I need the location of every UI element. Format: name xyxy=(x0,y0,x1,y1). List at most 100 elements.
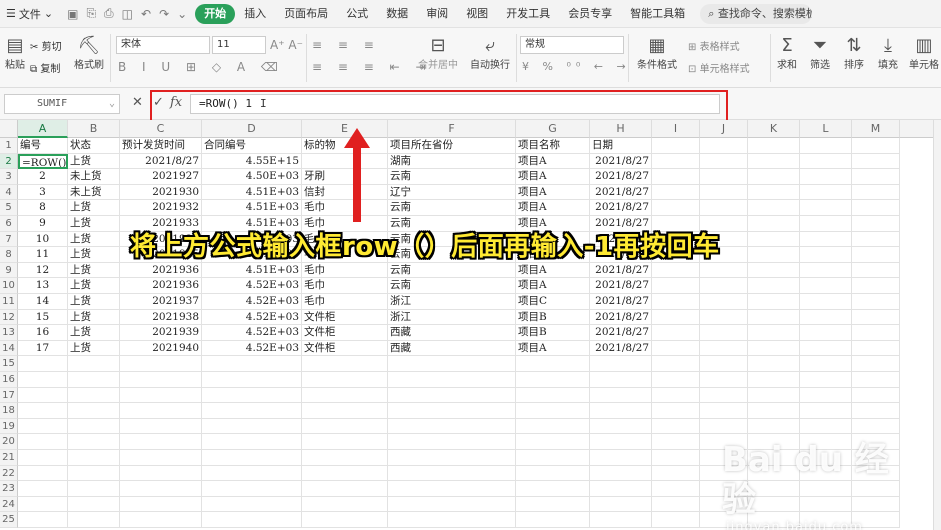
cell-g18[interactable] xyxy=(516,403,590,419)
cell-g11[interactable]: 项目C xyxy=(516,294,590,310)
cell-e19[interactable] xyxy=(302,418,388,435)
cell-g13[interactable]: 项目B xyxy=(516,325,590,341)
cell-l14[interactable] xyxy=(800,340,852,357)
cell-j5[interactable] xyxy=(700,200,748,216)
cell-i12[interactable] xyxy=(652,309,700,326)
cell-l5[interactable] xyxy=(800,200,852,216)
cell-m6[interactable] xyxy=(852,216,900,232)
cell-d5[interactable]: 4.51E+03 xyxy=(202,200,302,216)
cell-m11[interactable] xyxy=(852,294,900,310)
cell-i17[interactable] xyxy=(652,387,700,404)
cell-h20[interactable] xyxy=(590,434,652,450)
font-grow-shrink[interactable]: A⁺ A⁻ xyxy=(270,38,303,52)
column-header-j[interactable]: J xyxy=(700,120,748,138)
cell-j16[interactable] xyxy=(700,372,748,388)
cell-b17[interactable] xyxy=(68,387,120,404)
cell-j15[interactable] xyxy=(700,356,748,372)
row-header-12[interactable]: 12 xyxy=(0,309,18,326)
cell-g17[interactable] xyxy=(516,387,590,404)
table-style-button[interactable]: ⊞ 表格样式 xyxy=(688,38,740,53)
cell-b7[interactable]: 上货 xyxy=(68,231,120,248)
cell-j19[interactable] xyxy=(700,418,748,435)
merge-center-button[interactable]: ⊟ 合并居中 xyxy=(414,36,462,72)
cell-d21[interactable] xyxy=(202,450,302,466)
cell-i10[interactable] xyxy=(652,278,700,294)
redo-icon[interactable]: ↷ xyxy=(159,7,169,21)
cell-f24[interactable] xyxy=(388,496,516,513)
cell-m16[interactable] xyxy=(852,372,900,388)
cell-b15[interactable] xyxy=(68,356,120,372)
cell-h18[interactable] xyxy=(590,403,652,419)
cell-k14[interactable] xyxy=(748,340,800,357)
row-header-23[interactable]: 23 xyxy=(0,481,18,497)
cell-c20[interactable] xyxy=(120,434,202,450)
cell-e14[interactable]: 文件柜 xyxy=(302,340,388,357)
cell-m14[interactable] xyxy=(852,340,900,357)
row-header-1[interactable]: 1 xyxy=(0,138,18,154)
cell-g14[interactable]: 项目A xyxy=(516,340,590,357)
cell-b19[interactable] xyxy=(68,418,120,435)
cell-a16[interactable] xyxy=(18,372,68,388)
column-header-f[interactable]: F xyxy=(388,120,516,138)
cell-f5[interactable]: 云南 xyxy=(388,200,516,216)
cell-j13[interactable] xyxy=(700,325,748,341)
cell-b21[interactable] xyxy=(68,450,120,466)
cell-h1[interactable]: 日期 xyxy=(590,138,652,154)
cell-m4[interactable] xyxy=(852,184,900,201)
cell-g19[interactable] xyxy=(516,418,590,435)
cell-e12[interactable]: 文件柜 xyxy=(302,309,388,326)
cell-style-button[interactable]: ⊡ 单元格样式 xyxy=(688,60,750,75)
cell-g2[interactable]: 项目A xyxy=(516,153,590,170)
cell-d17[interactable] xyxy=(202,387,302,404)
row-header-24[interactable]: 24 xyxy=(0,496,18,513)
cell-b1[interactable]: 状态 xyxy=(68,138,120,154)
cell-k8[interactable] xyxy=(748,247,800,263)
cell-c1[interactable]: 预计发货时间 xyxy=(120,138,202,154)
tab-4[interactable]: 数据 xyxy=(377,4,417,24)
cell-a18[interactable] xyxy=(18,403,68,419)
cell-f3[interactable]: 云南 xyxy=(388,169,516,185)
sum-button[interactable]: Σ 求和 xyxy=(774,36,800,72)
cell-a2[interactable]: =ROW()-1 xyxy=(18,153,68,170)
cell-i13[interactable] xyxy=(652,325,700,341)
cell-i1[interactable] xyxy=(652,138,700,154)
cell-h9[interactable]: 2021/8/27 xyxy=(590,262,652,279)
cell-b12[interactable]: 上货 xyxy=(68,309,120,326)
cell-l6[interactable] xyxy=(800,216,852,232)
fill-button[interactable]: ⤓ 填充 xyxy=(874,36,902,72)
cell-c11[interactable]: 2021937 xyxy=(120,294,202,310)
tab-2[interactable]: 页面布局 xyxy=(275,4,337,24)
tab-8[interactable]: 会员专享 xyxy=(559,4,621,24)
cell-e24[interactable] xyxy=(302,496,388,513)
cell-h22[interactable] xyxy=(590,465,652,482)
cell-button[interactable]: ▥ 单元格 xyxy=(908,36,940,72)
cell-b5[interactable]: 上货 xyxy=(68,200,120,216)
cell-d1[interactable]: 合同编号 xyxy=(202,138,302,154)
cell-d14[interactable]: 4.52E+03 xyxy=(202,340,302,357)
chevron-down-icon[interactable]: ⌄ xyxy=(177,7,187,21)
cell-b24[interactable] xyxy=(68,496,120,513)
row-header-3[interactable]: 3 xyxy=(0,169,18,185)
cell-l18[interactable] xyxy=(800,403,852,419)
cell-e23[interactable] xyxy=(302,481,388,497)
cell-m7[interactable] xyxy=(852,231,900,248)
cell-m18[interactable] xyxy=(852,403,900,419)
cell-c21[interactable] xyxy=(120,450,202,466)
cell-f13[interactable]: 西藏 xyxy=(388,325,516,341)
column-header-m[interactable]: M xyxy=(852,120,900,138)
cell-a11[interactable]: 14 xyxy=(18,294,68,310)
row-header-2[interactable]: 2 xyxy=(0,153,18,170)
cell-k11[interactable] xyxy=(748,294,800,310)
cell-a22[interactable] xyxy=(18,465,68,482)
cell-f14[interactable]: 西藏 xyxy=(388,340,516,357)
cell-f15[interactable] xyxy=(388,356,516,372)
cell-l8[interactable] xyxy=(800,247,852,263)
cell-l10[interactable] xyxy=(800,278,852,294)
cell-m10[interactable] xyxy=(852,278,900,294)
cell-i15[interactable] xyxy=(652,356,700,372)
row-header-13[interactable]: 13 xyxy=(0,325,18,341)
cell-j3[interactable] xyxy=(700,169,748,185)
cell-e25[interactable] xyxy=(302,512,388,528)
cell-e21[interactable] xyxy=(302,450,388,466)
cell-c10[interactable]: 2021936 xyxy=(120,278,202,294)
